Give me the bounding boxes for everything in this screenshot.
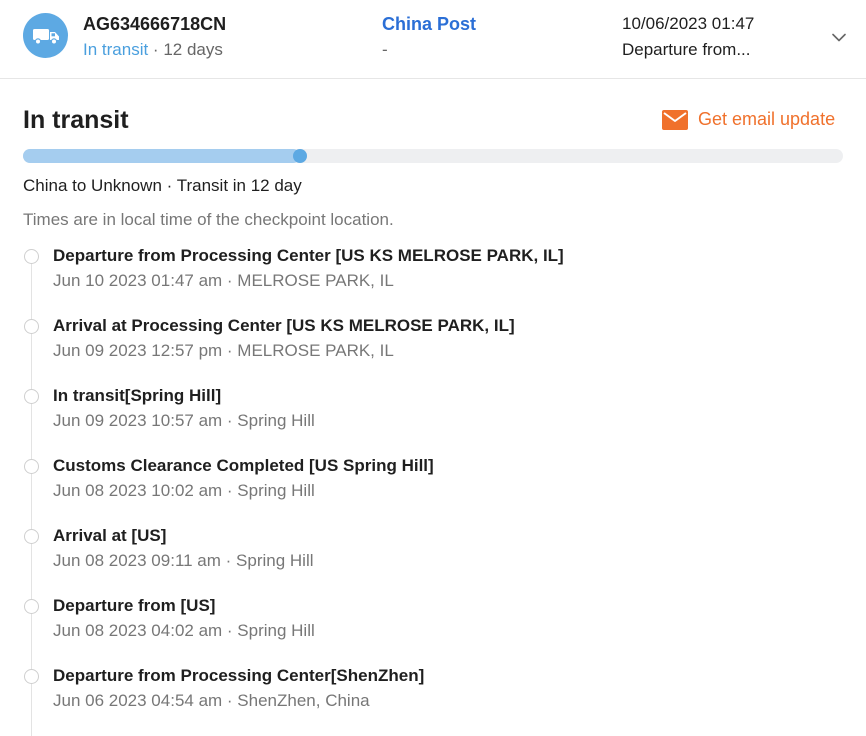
get-email-update-button[interactable]: Get email update (662, 109, 835, 130)
email-update-label: Get email update (698, 109, 836, 129)
chevron-down-icon[interactable] (830, 28, 848, 46)
transit-progress-bar (23, 149, 843, 163)
event-meta: Jun 08 2023 10:02 am · Spring Hill (53, 481, 315, 500)
latest-event-time: 10/06/2023 01:47 (622, 14, 755, 33)
event-meta: Jun 10 2023 01:47 am · MELROSE PARK, IL (53, 271, 394, 290)
event-title: Departure from Processing Center [US KS … (53, 246, 564, 265)
event-title: In transit[Spring Hill] (53, 386, 222, 405)
timeline-dot (24, 599, 39, 614)
status-line: In transit · 12 days (83, 40, 223, 60)
event-meta: Jun 09 2023 10:57 am · Spring Hill (53, 411, 315, 430)
timeline-event: Departure from [US] Jun 08 2023 04:02 am… (0, 590, 866, 660)
carrier-secondary: - (382, 40, 388, 59)
event-title: Departure from Processing Center[ShenZhe… (53, 666, 425, 685)
tracking-number: AG634666718CN (83, 14, 227, 34)
shipment-header[interactable]: AG634666718CN In transit · 12 days China… (0, 0, 866, 79)
route-summary: China to Unknown · Transit in 12 day (23, 176, 302, 195)
mail-icon (662, 109, 688, 130)
timeline-dot (24, 459, 39, 474)
event-title: Customs Clearance Completed [US Spring H… (53, 456, 434, 475)
status-label: In transit (83, 40, 149, 59)
timeline-event: Customs Clearance Completed [US Spring H… (0, 450, 866, 520)
progress-marker (293, 149, 308, 163)
timeline-dot (24, 389, 39, 404)
latest-event-description: Departure from... (622, 40, 751, 59)
timeline-event: Departure from Processing Center [US KS … (0, 240, 866, 310)
progress-fill (23, 149, 301, 163)
transit-days: 12 days (163, 40, 223, 59)
timeline-dot (24, 319, 39, 334)
truck-icon (23, 13, 68, 58)
event-meta: Jun 09 2023 12:57 pm · MELROSE PARK, IL (53, 341, 394, 360)
section-title: In transit (23, 106, 129, 134)
timeline-dot (24, 669, 39, 684)
timeline-event: Arrival at Processing Center [US KS MELR… (0, 310, 866, 380)
local-time-note: Times are in local time of the checkpoin… (23, 210, 394, 229)
timeline-dot (24, 249, 39, 264)
event-title: Departure from [US] (53, 596, 216, 615)
timeline-event: Departure from Processing Center[ShenZhe… (0, 660, 866, 730)
event-meta: Jun 08 2023 09:11 am · Spring Hill (53, 551, 314, 570)
event-meta: Jun 08 2023 04:02 am · Spring Hill (53, 621, 315, 640)
event-title: Arrival at [US] (53, 526, 167, 545)
carrier-link[interactable]: China Post (382, 14, 476, 35)
status-separator: · (148, 40, 164, 59)
event-title: Arrival at Processing Center [US KS MELR… (53, 316, 515, 335)
timeline-event: Arrival at [US] Jun 08 2023 09:11 am · S… (0, 520, 866, 590)
event-meta: Jun 06 2023 04:54 am · ShenZhen, China (53, 691, 370, 710)
timeline-event: In transit[Spring Hill] Jun 09 2023 10:5… (0, 380, 866, 450)
timeline-dot (24, 529, 39, 544)
